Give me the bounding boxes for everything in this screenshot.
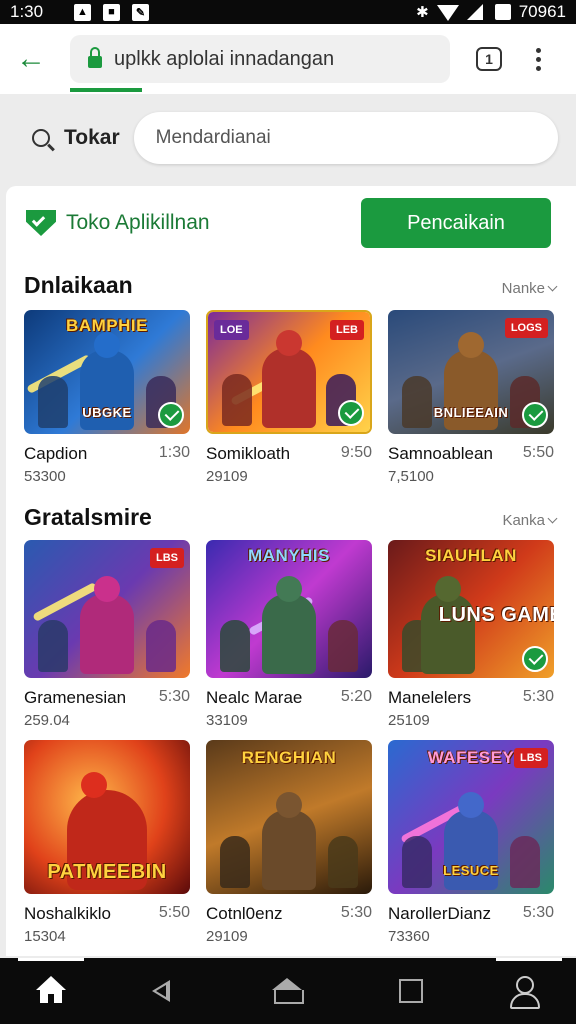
- app-downloads: 15304: [24, 928, 66, 945]
- app-tile[interactable]: PATMEEBIN Noshalkiklo 5:50 15304: [24, 740, 190, 945]
- app-name: NarollerDianz: [388, 904, 491, 923]
- store-card: Toko Aplikillnan Pencaikain Dnlaikaan Na…: [6, 186, 576, 956]
- app-tile[interactable]: MANYHIS Nealc Marae 5:20 33109: [206, 540, 372, 729]
- home-outline-icon[interactable]: [272, 976, 304, 1006]
- profile-icon[interactable]: [508, 976, 540, 1009]
- app-thumbnail[interactable]: PATMEEBIN: [24, 740, 190, 894]
- installed-check-icon: [522, 646, 548, 672]
- app-downloads: 29109: [206, 468, 248, 485]
- app-name: Nealc Marae: [206, 688, 303, 707]
- status-bar: 1:30 ▲ ■ ✎ ✱ 70961: [0, 0, 576, 24]
- recents-icon[interactable]: [396, 976, 426, 1006]
- app-thumbnail[interactable]: WAFESEY LESUCE LBS: [388, 740, 554, 894]
- installed-check-icon: [338, 400, 364, 426]
- app-name: Cotnl0enz: [206, 904, 283, 923]
- app-downloads: 7,5100: [388, 468, 434, 485]
- app-downloads: 53300: [24, 468, 66, 485]
- app-downloads: 29109: [206, 928, 248, 945]
- installed-check-icon: [158, 402, 184, 428]
- wifi-icon: [436, 5, 459, 21]
- chevron-down-icon: [547, 513, 558, 524]
- app-tile[interactable]: WAFESEY LESUCE LBS NarollerDianz 5:30 733…: [388, 740, 554, 945]
- app-price: 5:50: [522, 444, 554, 461]
- lock-icon: [88, 47, 102, 68]
- section-more-link[interactable]: Kanka: [502, 512, 558, 529]
- app-tile[interactable]: BAMPHIE UBGKE Capdion 1:30 53300: [24, 310, 190, 485]
- app-row: LBS Gramenesian 5:30 259.04 MANYHIS Nealc…: [6, 540, 576, 729]
- notification-icon: ■: [103, 3, 120, 21]
- app-downloads: 73360: [388, 928, 430, 945]
- app-price: 1:30: [158, 444, 190, 461]
- app-row: BAMPHIE UBGKE Capdion 1:30 53300 LOE LEB …: [6, 310, 576, 490]
- section-more-link[interactable]: Nanke: [502, 280, 558, 297]
- chevron-down-icon: [547, 281, 558, 292]
- verified-shield-icon: [26, 210, 56, 236]
- app-name: Gramenesian: [24, 688, 127, 707]
- nav-indicator: [496, 958, 562, 961]
- search-label: Tokar: [64, 126, 120, 149]
- app-name: Manelelers: [388, 688, 472, 707]
- notification-icon: ✎: [132, 3, 149, 21]
- app-price: 5:30: [522, 688, 554, 705]
- app-downloads: 33109: [206, 712, 248, 729]
- installed-check-icon: [522, 402, 548, 428]
- app-name: Noshalkiklo: [24, 904, 111, 923]
- app-price: 9:50: [340, 444, 372, 461]
- app-price: 5:50: [158, 904, 190, 921]
- store-header: Toko Aplikillnan Pencaikain: [6, 196, 576, 250]
- app-downloads: 259.04: [24, 712, 70, 729]
- app-tile[interactable]: LBS Gramenesian 5:30 259.04: [24, 540, 190, 729]
- app-thumbnail[interactable]: BAMPHIE UBGKE: [24, 310, 190, 434]
- section-title: Dnlaikaan: [24, 272, 133, 298]
- app-thumbnail[interactable]: RENGHIAN: [206, 740, 372, 894]
- url-text: uplkk aplolai innadangan: [114, 47, 335, 70]
- page-load-progress: [70, 88, 142, 92]
- status-time: 1:30: [10, 2, 44, 21]
- search-row: Tokar: [0, 96, 576, 180]
- overflow-menu-icon[interactable]: [536, 47, 541, 71]
- app-tile[interactable]: RENGHIAN Cotnl0enz 5:30 29109: [206, 740, 372, 945]
- nav-indicator: [18, 958, 84, 961]
- app-thumbnail[interactable]: LBS: [24, 540, 190, 678]
- status-right-text: 70961: [518, 2, 566, 21]
- browser-toolbar: ← uplkk aplolai innadangan 1: [0, 24, 576, 94]
- app-thumbnail[interactable]: SIAUHLAN LUNS GAME: [388, 540, 554, 678]
- home-icon[interactable]: [36, 976, 66, 1006]
- app-price: 5:30: [340, 904, 372, 921]
- app-tile[interactable]: LOE LEB Somikloath 9:50 29109: [206, 310, 372, 485]
- back-icon[interactable]: [148, 976, 178, 1006]
- app-thumbnail[interactable]: LOGS BNLIEEAIN: [388, 310, 554, 434]
- app-tile[interactable]: SIAUHLAN LUNS GAME Manelelers 5:30 25109: [388, 540, 554, 729]
- search-icon[interactable]: [32, 129, 50, 147]
- app-downloads: 25109: [388, 712, 430, 729]
- search-input[interactable]: [133, 112, 558, 164]
- section-header: Gratalsmire Kanka: [6, 504, 576, 531]
- app-price: 5:30: [522, 904, 554, 921]
- app-thumbnail[interactable]: MANYHIS: [206, 540, 372, 678]
- store-action-button[interactable]: Pencaikain: [361, 198, 551, 248]
- bluetooth-icon: ✱: [416, 4, 429, 21]
- battery-icon: [494, 4, 511, 20]
- section-title: Gratalsmire: [24, 504, 152, 530]
- app-tile[interactable]: LOGS BNLIEEAIN Samnoablean 5:50 7,5100: [388, 310, 554, 485]
- signal-icon: [466, 4, 483, 20]
- app-name: Somikloath: [206, 444, 291, 463]
- navigation-bar: [0, 958, 576, 1024]
- tabs-button[interactable]: 1: [476, 47, 502, 71]
- app-price: 5:30: [158, 688, 190, 705]
- app-name: Capdion: [24, 444, 88, 463]
- app-row: PATMEEBIN Noshalkiklo 5:50 15304 RENGHIAN…: [6, 740, 576, 945]
- notification-icon: ▲: [74, 3, 91, 21]
- app-price: 5:20: [340, 688, 372, 705]
- app-name: Samnoablean: [388, 444, 493, 463]
- app-thumbnail[interactable]: LOE LEB: [206, 310, 372, 434]
- section-header: Dnlaikaan Nanke: [6, 272, 576, 299]
- back-arrow-icon[interactable]: ←: [16, 42, 56, 76]
- address-bar[interactable]: uplkk aplolai innadangan: [70, 35, 450, 83]
- store-title: Toko Aplikillnan: [66, 211, 210, 234]
